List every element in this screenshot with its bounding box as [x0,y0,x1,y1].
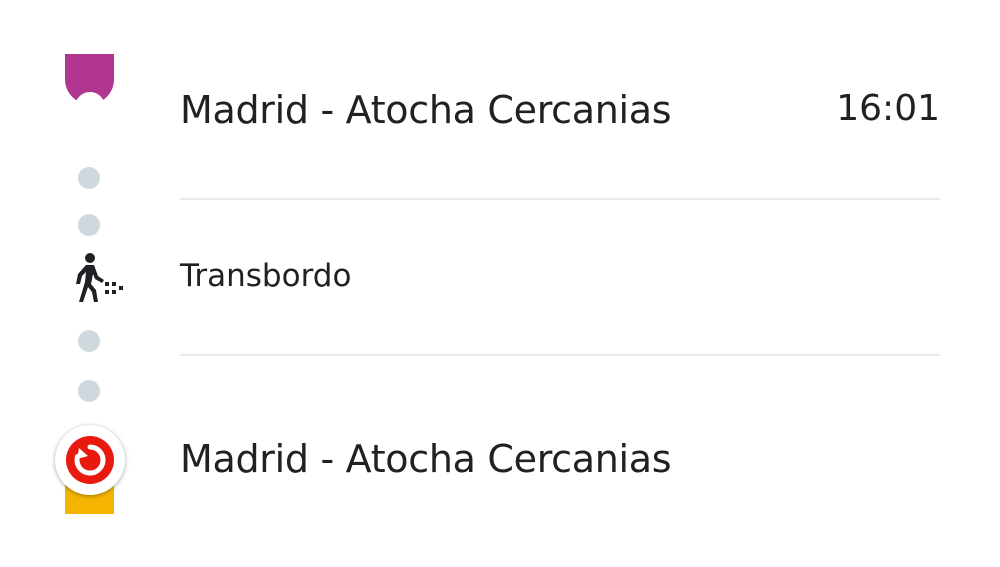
intermediate-stop-dot [78,214,100,236]
walking-transfer-icon [68,252,124,304]
intermediate-stop-dot [78,330,100,352]
divider [180,354,940,356]
cercanias-badge [55,425,125,495]
departure-time: 16:01 [836,88,940,129]
arrival-station-name: Madrid - Atocha Cercanias [180,437,672,481]
departure-station-name: Madrid - Atocha Cercanias [180,88,672,132]
intermediate-stop-dot [78,167,100,189]
divider [180,198,940,200]
intermediate-stop-dot [78,380,100,402]
transfer-row[interactable]: Transbordo [180,258,940,298]
route-timeline [0,0,180,567]
stop-ring-icon [75,92,105,122]
departure-row[interactable]: Madrid - Atocha Cercanias 16:01 [180,88,940,138]
transfer-label: Transbordo [180,258,352,294]
cercanias-logo-icon [66,436,114,484]
arrival-row[interactable]: Madrid - Atocha Cercanias [180,437,940,487]
